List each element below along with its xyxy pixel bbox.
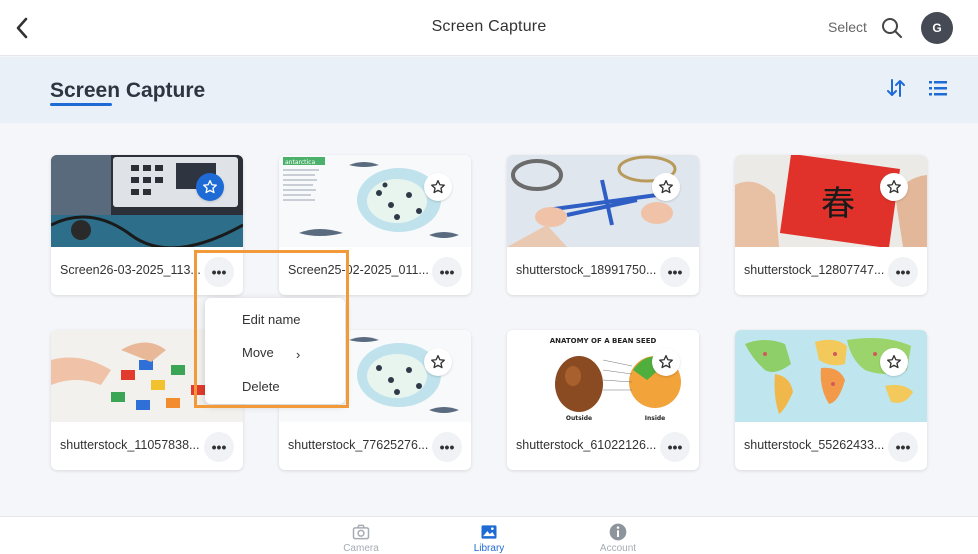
media-card[interactable]: antarctica Screen25-02-2025_011... •••	[279, 155, 471, 295]
thumbnail-image: ANATOMY OF A BEAN SEED Outside Inside	[507, 330, 699, 422]
more-options-button[interactable]: •••	[204, 432, 234, 462]
media-card[interactable]: shutterstock_55262433... •••	[735, 330, 927, 470]
tab-account[interactable]: Account	[583, 517, 653, 554]
page-title: Screen Capture	[50, 79, 206, 102]
more-icon: •••	[439, 439, 455, 455]
star-icon	[431, 355, 445, 369]
thumbnail-image	[507, 155, 699, 247]
media-card[interactable]: shutterstock_18991750... •••	[507, 155, 699, 295]
more-icon: •••	[667, 264, 683, 280]
item-name: Screen25-02-2025_011...	[288, 263, 428, 277]
more-icon: •••	[211, 439, 227, 455]
title-underline	[50, 103, 112, 106]
more-icon: •••	[211, 264, 227, 280]
bottom-nav: Camera Library Account	[0, 516, 978, 554]
sort-button[interactable]	[884, 76, 908, 100]
tab-camera[interactable]: Camera	[326, 517, 396, 554]
sort-icon	[887, 79, 905, 97]
more-icon: •••	[667, 439, 683, 455]
favorite-button[interactable]	[424, 173, 452, 201]
menu-item-delete[interactable]: Delete	[242, 379, 280, 394]
more-options-button[interactable]: •••	[660, 432, 690, 462]
favorite-button[interactable]	[880, 173, 908, 201]
more-options-button[interactable]: •••	[432, 257, 462, 287]
media-card[interactable]: 春 shutterstock_12807747... •••	[735, 155, 927, 295]
media-card[interactable]: ANATOMY OF A BEAN SEED Outside Inside sh…	[507, 330, 699, 470]
info-icon	[609, 523, 627, 541]
star-icon	[203, 180, 217, 194]
more-options-button[interactable]: •••	[888, 432, 918, 462]
item-name: shutterstock_18991750...	[516, 263, 656, 277]
search-icon	[882, 18, 902, 38]
tab-library[interactable]: Library	[454, 517, 524, 554]
star-icon	[659, 180, 673, 194]
favorite-button[interactable]	[424, 348, 452, 376]
thumbnail-image	[51, 155, 243, 247]
favorite-button[interactable]	[652, 173, 680, 201]
bean-title: ANATOMY OF A BEAN SEED	[550, 337, 657, 345]
search-button[interactable]	[880, 16, 904, 40]
star-icon	[887, 355, 901, 369]
item-name: Screen26-03-2025_113...	[60, 263, 200, 277]
more-options-button[interactable]: •••	[888, 257, 918, 287]
item-name: shutterstock_11057838...	[60, 438, 200, 452]
antarctica-heading: antarctica	[285, 159, 315, 166]
bean-inside-label: Inside	[645, 415, 666, 422]
item-name: shutterstock_55262433...	[744, 438, 884, 452]
star-icon	[887, 180, 901, 194]
context-menu: Edit name Move › Delete	[205, 298, 345, 404]
select-button[interactable]: Select	[828, 19, 867, 35]
avatar[interactable]: G	[921, 12, 953, 44]
image-icon	[481, 525, 497, 539]
thumbnail-image: antarctica	[279, 155, 471, 247]
thumbnail-image	[735, 330, 927, 422]
camera-icon	[352, 524, 370, 540]
top-bar: Screen Capture Select G	[0, 0, 978, 56]
star-icon	[431, 180, 445, 194]
spring-character: 春	[821, 184, 855, 224]
list-icon	[929, 81, 947, 96]
favorite-button[interactable]	[652, 348, 680, 376]
more-options-button[interactable]: •••	[660, 257, 690, 287]
media-card[interactable]: Screen26-03-2025_113... •••	[51, 155, 243, 295]
star-icon	[659, 355, 673, 369]
item-name: shutterstock_77625276...	[288, 438, 428, 452]
tab-label: Camera	[343, 543, 379, 554]
more-icon: •••	[895, 264, 911, 280]
tab-label: Account	[599, 543, 637, 554]
more-options-button[interactable]: •••	[432, 432, 462, 462]
thumbnail-image: 春	[735, 155, 927, 247]
favorite-button[interactable]	[880, 348, 908, 376]
bean-outside-label: Outside	[566, 415, 592, 422]
menu-item-edit-name[interactable]: Edit name	[242, 312, 301, 327]
menu-item-move[interactable]: Move	[242, 345, 274, 360]
item-name: shutterstock_61022126...	[516, 438, 656, 452]
more-options-button[interactable]: •••	[204, 257, 234, 287]
list-view-button[interactable]	[926, 76, 950, 100]
chevron-right-icon: ›	[296, 347, 301, 362]
more-icon: •••	[895, 439, 911, 455]
favorite-button[interactable]	[196, 173, 224, 201]
more-icon: •••	[439, 264, 455, 280]
tab-label: Library	[473, 543, 505, 554]
item-name: shutterstock_12807747...	[744, 263, 884, 277]
